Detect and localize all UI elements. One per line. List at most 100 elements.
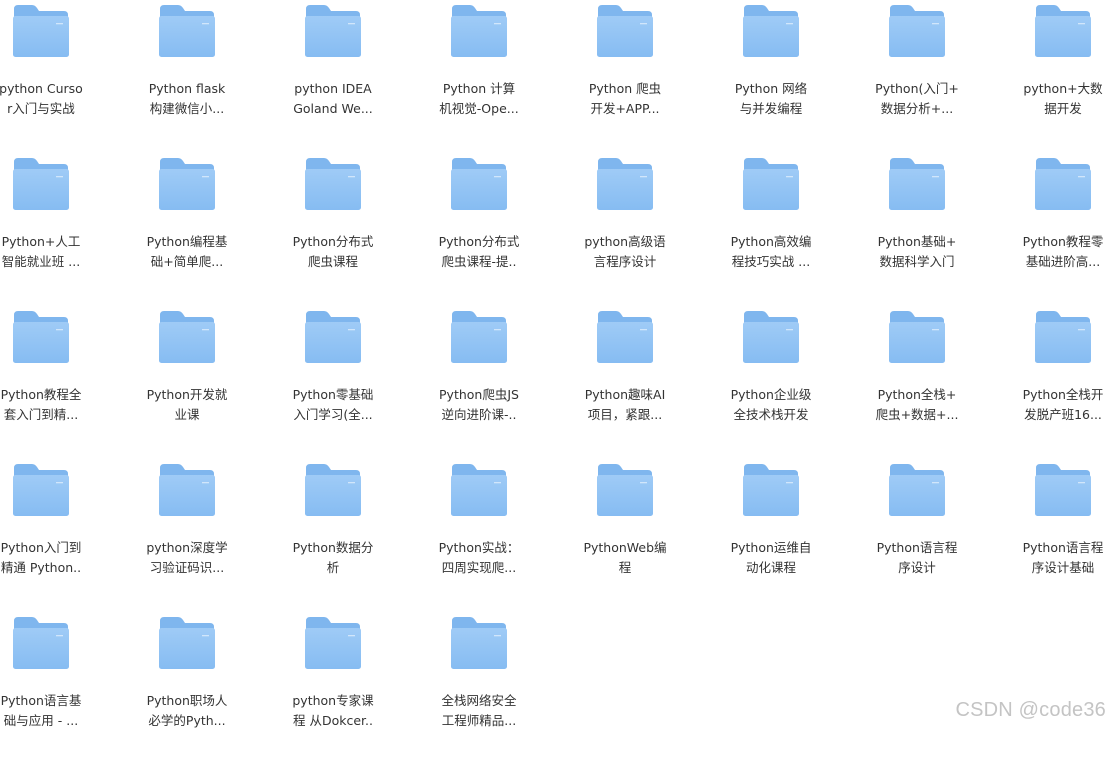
folder-label: Python基础+ 数据科学入门 xyxy=(877,234,957,269)
folder-item[interactable]: Python编程基 础+简单爬... xyxy=(117,156,257,306)
folder-grid: python Curso r入门与实战 Python flask 构建微信小...… xyxy=(0,0,1108,728)
folder-label: 全栈网络安全 工程师精品... xyxy=(441,693,517,728)
folder-icon xyxy=(304,3,362,59)
folder-icon xyxy=(742,3,800,59)
folder-label: Python零基础 入门学习(全... xyxy=(292,387,374,422)
folder-item[interactable]: Python爬虫JS 逆向进阶课-.. xyxy=(409,309,549,459)
folder-icon xyxy=(158,309,216,365)
folder-icon xyxy=(450,156,508,212)
folder-icon xyxy=(158,462,216,518)
folder-label: Python职场人 必学的Pyth... xyxy=(146,693,228,728)
folder-label: Python全栈开 发脱产班16... xyxy=(1022,387,1104,422)
folder-label: Python实战： 四周实现爬... xyxy=(438,540,520,575)
folder-icon xyxy=(12,462,70,518)
folder-icon xyxy=(12,156,70,212)
folder-item[interactable]: Python(入门+ 数据分析+... xyxy=(847,3,987,153)
folder-icon xyxy=(888,309,946,365)
folder-item[interactable]: python高级语 言程序设计 xyxy=(555,156,695,306)
folder-label: python高级语 言程序设计 xyxy=(584,234,666,269)
folder-icon xyxy=(742,462,800,518)
folder-icon xyxy=(1034,462,1092,518)
folder-icon xyxy=(304,156,362,212)
folder-icon xyxy=(450,3,508,59)
folder-item[interactable]: Python入门到 精通 Python.. xyxy=(0,462,111,612)
folder-label: Python语言基 础与应用 - ... xyxy=(0,693,82,728)
folder-label: Python编程基 础+简单爬... xyxy=(146,234,228,269)
folder-item[interactable]: Python分布式 爬虫课程-提.. xyxy=(409,156,549,306)
folder-item[interactable]: 全栈网络安全 工程师精品... xyxy=(409,615,549,765)
folder-item[interactable]: Python企业级 全技术栈开发 xyxy=(701,309,841,459)
folder-label: Python数据分 析 xyxy=(292,540,374,575)
folder-item[interactable]: Python实战： 四周实现爬... xyxy=(409,462,549,612)
folder-item[interactable]: Python趣味AI 项目，紧跟... xyxy=(555,309,695,459)
folder-item[interactable]: python专家课 程 从Dokcer.. xyxy=(263,615,403,765)
folder-item[interactable]: Python 爬虫 开发+APP... xyxy=(555,3,695,153)
folder-label: PythonWeb编 程 xyxy=(583,540,667,575)
folder-item[interactable]: Python flask 构建微信小... xyxy=(117,3,257,153)
folder-icon xyxy=(888,156,946,212)
folder-label: Python+人工 智能就业班 ... xyxy=(1,234,81,269)
folder-label: python专家课 程 从Dokcer.. xyxy=(292,693,374,728)
folder-label: python Curso r入门与实战 xyxy=(0,81,83,116)
folder-item[interactable]: Python运维自 动化课程 xyxy=(701,462,841,612)
folder-icon xyxy=(450,309,508,365)
folder-label: Python全栈+ 爬虫+数据+... xyxy=(875,387,959,422)
folder-icon xyxy=(12,615,70,671)
folder-icon xyxy=(12,309,70,365)
folder-item[interactable]: Python零基础 入门学习(全... xyxy=(263,309,403,459)
folder-item[interactable]: python深度学 习验证码识... xyxy=(117,462,257,612)
folder-label: Python教程全 套入门到精... xyxy=(0,387,82,422)
folder-label: Python开发就 业课 xyxy=(146,387,228,422)
folder-label: Python(入门+ 数据分析+... xyxy=(875,81,959,116)
folder-item[interactable]: Python 网络 与并发编程 xyxy=(701,3,841,153)
folder-item[interactable]: Python分布式 爬虫课程 xyxy=(263,156,403,306)
folder-icon xyxy=(1034,309,1092,365)
folder-label: Python企业级 全技术栈开发 xyxy=(730,387,812,422)
folder-item[interactable]: python IDEA Goland We... xyxy=(263,3,403,153)
watermark: CSDN @code36 xyxy=(955,699,1106,721)
folder-label: Python爬虫JS 逆向进阶课-.. xyxy=(439,387,519,422)
folder-icon xyxy=(304,309,362,365)
folder-item[interactable]: Python职场人 必学的Pyth... xyxy=(117,615,257,765)
folder-icon xyxy=(158,615,216,671)
folder-label: Python 爬虫 开发+APP... xyxy=(588,81,662,116)
folder-icon xyxy=(596,309,654,365)
folder-icon xyxy=(596,156,654,212)
folder-item[interactable]: python+大数 据开发 xyxy=(993,3,1108,153)
folder-item[interactable]: Python语言程 序设计基础 xyxy=(993,462,1108,612)
folder-item[interactable]: Python高效编 程技巧实战 ... xyxy=(701,156,841,306)
folder-icon xyxy=(450,462,508,518)
folder-item[interactable]: Python语言程 序设计 xyxy=(847,462,987,612)
folder-item[interactable]: Python全栈开 发脱产班16... xyxy=(993,309,1108,459)
folder-item[interactable]: python Curso r入门与实战 xyxy=(0,3,111,153)
folder-icon xyxy=(450,615,508,671)
folder-item[interactable]: Python 计算 机视觉-Ope... xyxy=(409,3,549,153)
folder-label: Python趣味AI 项目，紧跟... xyxy=(584,387,666,422)
folder-label: Python入门到 精通 Python.. xyxy=(0,540,82,575)
folder-item[interactable]: PythonWeb编 程 xyxy=(555,462,695,612)
folder-icon xyxy=(742,309,800,365)
folder-item[interactable]: Python基础+ 数据科学入门 xyxy=(847,156,987,306)
folder-label: Python分布式 爬虫课程 xyxy=(292,234,374,269)
folder-label: python IDEA Goland We... xyxy=(293,81,373,116)
folder-icon xyxy=(888,3,946,59)
folder-label: Python分布式 爬虫课程-提.. xyxy=(438,234,520,269)
folder-icon xyxy=(12,3,70,59)
folder-item[interactable]: Python+人工 智能就业班 ... xyxy=(0,156,111,306)
folder-label: Python 计算 机视觉-Ope... xyxy=(439,81,519,116)
folder-label: Python语言程 序设计 xyxy=(876,540,958,575)
folder-icon xyxy=(596,462,654,518)
folder-label: Python语言程 序设计基础 xyxy=(1022,540,1104,575)
folder-item[interactable]: Python语言基 础与应用 - ... xyxy=(0,615,111,765)
folder-label: Python flask 构建微信小... xyxy=(148,81,226,116)
folder-icon xyxy=(596,3,654,59)
folder-item[interactable]: Python数据分 析 xyxy=(263,462,403,612)
folder-item[interactable]: Python全栈+ 爬虫+数据+... xyxy=(847,309,987,459)
folder-item[interactable]: Python教程零 基础进阶高... xyxy=(993,156,1108,306)
folder-icon xyxy=(742,156,800,212)
folder-label: Python 网络 与并发编程 xyxy=(734,81,808,116)
folder-icon xyxy=(304,615,362,671)
folder-item[interactable]: Python开发就 业课 xyxy=(117,309,257,459)
folder-label: Python教程零 基础进阶高... xyxy=(1022,234,1104,269)
folder-item[interactable]: Python教程全 套入门到精... xyxy=(0,309,111,459)
